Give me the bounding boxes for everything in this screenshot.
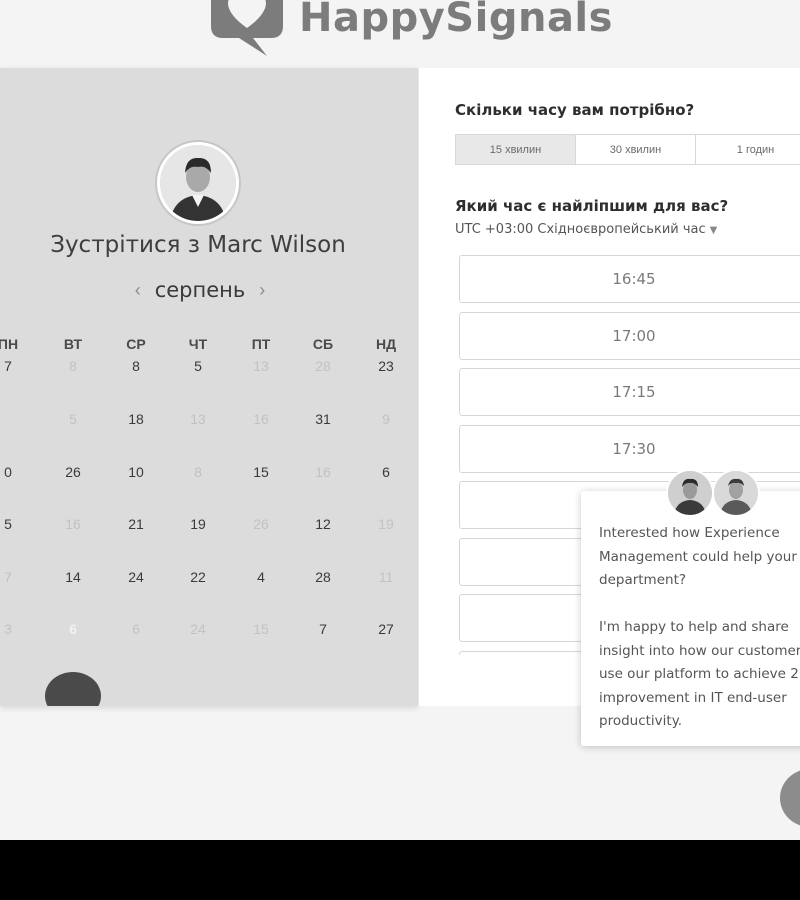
booking-page: HappySignals Зустрітися з Marc Wilson ‹ … <box>0 0 800 840</box>
calendar-day: 26 <box>253 516 269 532</box>
person-photo-icon <box>160 145 236 221</box>
time-slot[interactable]: 17:30 <box>459 424 800 473</box>
calendar-day[interactable]: 6 <box>366 464 406 480</box>
weekday-label: ПТ <box>251 336 271 352</box>
month-navigation: ‹ серпень › <box>120 278 280 302</box>
selected-day-highlight <box>45 672 101 706</box>
logo-text: HappySignals <box>299 0 613 41</box>
calendar-day: 9 <box>382 411 390 427</box>
calendar-day: 16 <box>315 464 331 480</box>
heart-bubble-icon <box>205 0 289 58</box>
calendar-day[interactable]: 10 <box>116 464 156 480</box>
calendar-day[interactable]: 15 <box>241 464 281 480</box>
chat-launcher-button[interactable] <box>780 769 800 827</box>
calendar-day: 8 <box>69 358 77 374</box>
calendar-day[interactable]: 24 <box>116 569 156 585</box>
agent-avatar <box>666 469 714 517</box>
chevron-right-icon[interactable]: › <box>259 280 265 301</box>
calendar-day: 24 <box>190 621 206 637</box>
time-slot[interactable]: 17:00 <box>459 311 800 360</box>
calendar-day: 28 <box>315 358 331 374</box>
weekday-label: ЧТ <box>188 336 208 352</box>
calendar-day: 3 <box>4 621 12 637</box>
month-label: серпень <box>154 278 246 302</box>
logo: HappySignals <box>205 0 613 58</box>
weekday-label: НД <box>375 336 397 352</box>
time-slot[interactable]: 17:15 <box>459 368 800 416</box>
weekday-label: СР <box>126 336 146 352</box>
host-avatar <box>155 140 241 226</box>
meeting-title: Зустрітися з Marc Wilson <box>50 232 346 258</box>
calendar-day: 7 <box>4 569 12 585</box>
calendar-day: 5 <box>69 411 77 427</box>
timezone-selector[interactable]: UTC +03:00 Східноєвропейський час ▼ <box>455 222 717 237</box>
calendar-day: 13 <box>190 411 206 427</box>
calendar-day[interactable]: 4 <box>241 569 281 585</box>
calendar-day[interactable]: 0 <box>0 464 28 480</box>
calendar-day: 13 <box>253 358 269 374</box>
calendar-day[interactable]: 22 <box>178 569 218 585</box>
calendar-day-selected[interactable]: 6 <box>53 621 93 637</box>
weekday-label: ВТ <box>63 336 83 352</box>
duration-option[interactable]: 1 годин <box>695 134 800 165</box>
calendar-day[interactable]: 26 <box>53 464 93 480</box>
duration-option[interactable]: 15 хвилин <box>455 134 576 165</box>
time-question: Який час є найліпшим для вас? <box>455 197 729 215</box>
calendar-day[interactable]: 31 <box>303 411 343 427</box>
calendar-day: 11 <box>378 569 394 585</box>
calendar-day[interactable]: 7 <box>0 358 28 374</box>
calendar-day: 15 <box>253 621 269 637</box>
calendar-day[interactable]: 7 <box>303 621 343 637</box>
caret-down-icon: ▼ <box>709 225 718 236</box>
calendar-day[interactable]: 14 <box>53 569 93 585</box>
calendar-day[interactable]: 12 <box>303 516 343 532</box>
calendar-day[interactable]: 23 <box>366 358 406 374</box>
calendar-day: 6 <box>132 621 140 637</box>
calendar-day[interactable]: 27 <box>366 621 406 637</box>
calendar-day: 19 <box>378 516 394 532</box>
duration-selector: 15 хвилин 30 хвилин 1 годин <box>455 134 800 165</box>
calendar-day[interactable]: 5 <box>0 516 28 532</box>
duration-option[interactable]: 30 хвилин <box>575 134 696 165</box>
chevron-left-icon[interactable]: ‹ <box>135 280 141 301</box>
calendar-day: 16 <box>253 411 269 427</box>
calendar-day[interactable]: 8 <box>116 358 156 374</box>
chat-message: Interested how Experience Management cou… <box>599 525 800 729</box>
duration-question: Скільки часу вам потрібно? <box>455 101 695 119</box>
calendar-day[interactable]: 19 <box>178 516 218 532</box>
weekday-label: СБ <box>312 336 334 352</box>
calendar-day: 16 <box>65 516 81 532</box>
weekday-label: ПН <box>0 336 19 352</box>
calendar-day: 8 <box>194 464 202 480</box>
chat-popup[interactable]: Interested how Experience Management cou… <box>581 491 800 746</box>
calendar-panel: Зустрітися з Marc Wilson ‹ серпень › ПН В… <box>0 68 418 706</box>
time-slot[interactable]: 16:45 <box>459 255 800 303</box>
calendar-day[interactable]: 21 <box>116 516 156 532</box>
calendar-day[interactable]: 28 <box>303 569 343 585</box>
agent-avatar <box>712 469 760 517</box>
calendar-day[interactable]: 5 <box>178 358 218 374</box>
calendar-day[interactable]: 18 <box>116 411 156 427</box>
timezone-label: UTC +03:00 Східноєвропейський час <box>455 222 706 237</box>
